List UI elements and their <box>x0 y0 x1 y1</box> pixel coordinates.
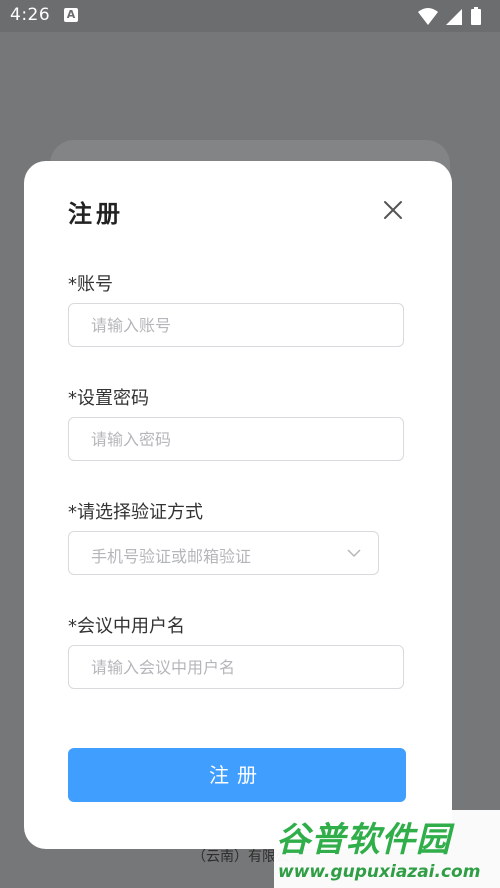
status-bar: 4:26 A <box>0 0 500 32</box>
watermark: 谷普软件园 www.gupuxiazai.com <box>274 810 500 888</box>
watermark-url: www.gupuxiazai.com <box>278 862 481 882</box>
chevron-down-icon <box>347 549 361 558</box>
account-label: *账号 <box>68 274 113 295</box>
password-input[interactable] <box>68 417 404 461</box>
status-icons <box>416 6 492 26</box>
verification-placeholder: 手机号验证或邮箱验证 <box>91 547 252 566</box>
close-icon[interactable] <box>381 198 405 222</box>
meeting-username-label: *会议中用户名 <box>68 616 185 637</box>
status-time: 4:26 <box>10 5 51 25</box>
meeting-username-input[interactable] <box>68 645 404 689</box>
register-modal: 注册 *账号 *设置密码 *请选择验证方式 手机号验证或邮箱验证 *会议中用户名… <box>24 161 452 849</box>
watermark-title: 谷普软件园 <box>276 820 451 860</box>
wifi-icon <box>418 8 438 25</box>
battery-icon <box>471 7 481 25</box>
account-input[interactable] <box>68 303 404 347</box>
register-button[interactable]: 注册 <box>68 748 406 802</box>
modal-title: 注册 <box>68 200 124 228</box>
signal-icon <box>446 9 462 25</box>
verification-label: *请选择验证方式 <box>68 502 203 523</box>
password-label: *设置密码 <box>68 388 149 409</box>
notification-icon: A <box>64 8 78 22</box>
verification-select[interactable]: 手机号验证或邮箱验证 <box>68 531 379 575</box>
